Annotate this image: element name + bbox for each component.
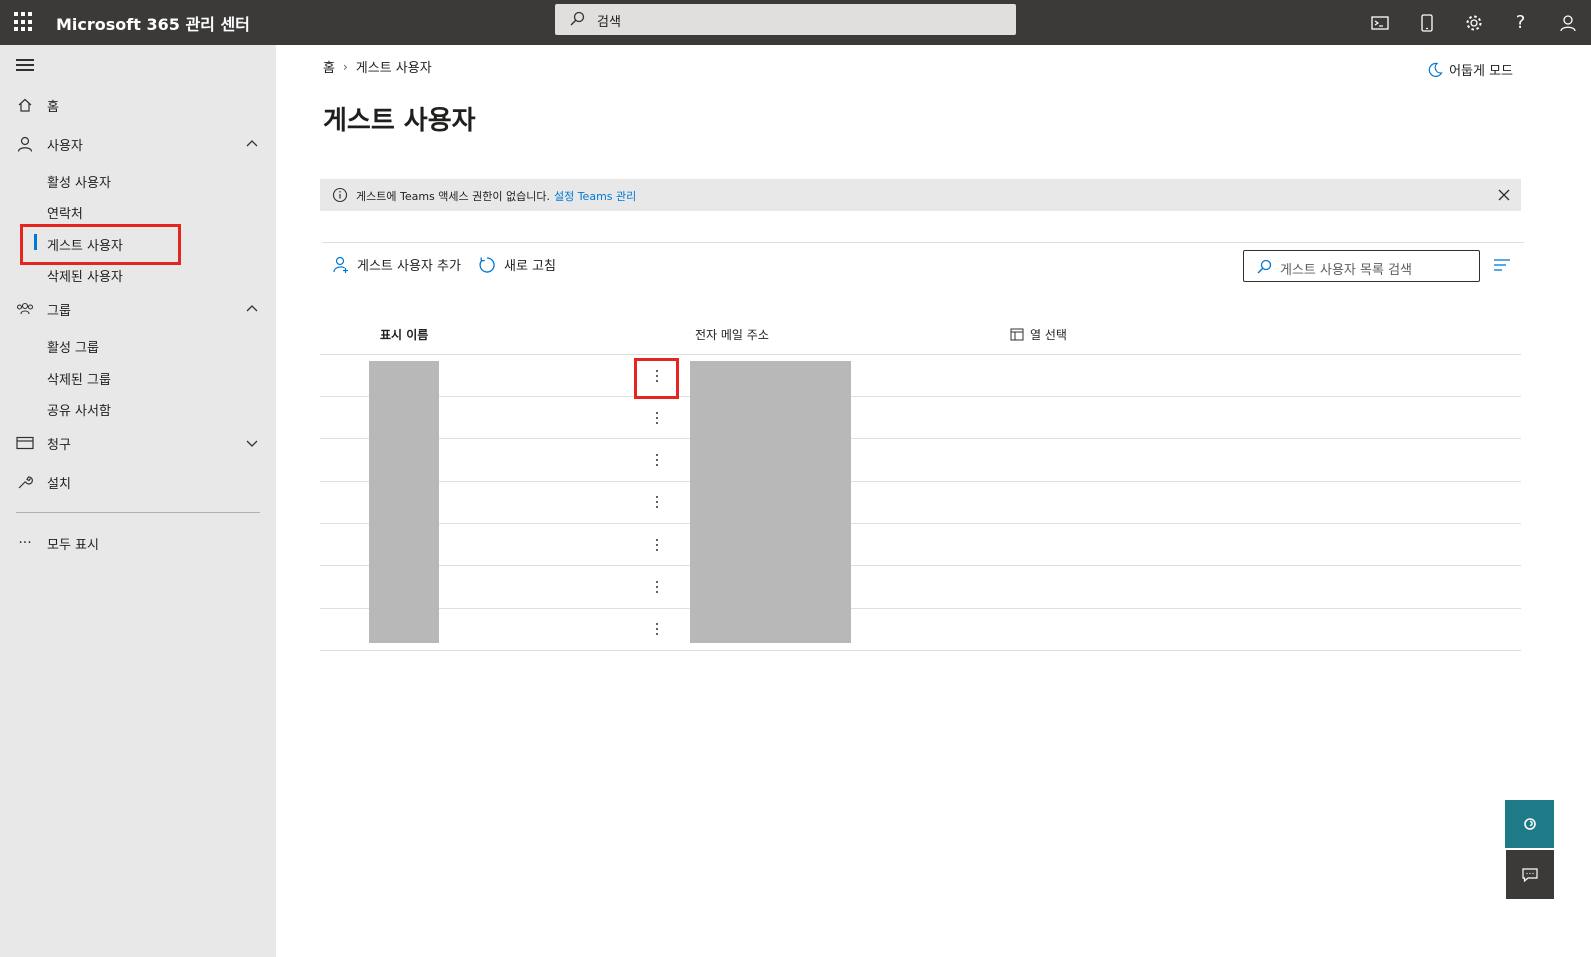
app-title[interactable]: Microsoft 365 관리 센터 [56,11,250,35]
sidebar-subitem-deleted-users[interactable]: 삭제된 사용자 [47,266,123,285]
moon-icon [1428,62,1443,77]
home-icon [16,96,34,114]
ellipsis-icon: ··· [18,535,32,551]
sidebar-item-label: 사용자 [47,138,83,154]
mobile-icon[interactable] [1403,0,1450,45]
breadcrumb: 홈 › 게스트 사용자 [323,57,432,77]
sidebar-item-label: 그룹 [47,303,71,319]
chevron-up-icon [246,305,258,312]
column-header-email[interactable]: 전자 메일 주소 [695,326,769,343]
dark-mode-label: 어둡게 모드 [1449,64,1513,79]
more-actions-icon[interactable] [649,535,665,555]
redacted-display-names [369,361,439,643]
breadcrumb-current: 게스트 사용자 [355,61,432,76]
choose-columns-label: 열 선택 [1030,328,1067,342]
banner-text-wrap: 게스트에 Teams 액세스 권한이 없습니다. 설정 Teams 관리 [356,188,636,204]
top-bar: Microsoft 365 관리 센터 검색 ? [0,0,1591,45]
redacted-email-addresses [690,361,851,643]
sidebar-item-billing[interactable]: 청구 [0,427,276,459]
add-guest-user-label: 게스트 사용자 추가 [357,259,461,274]
wrench-icon [16,473,34,491]
sidebar-item-home[interactable]: 홈 [0,89,276,121]
dark-mode-toggle[interactable]: 어둡게 모드 [1427,60,1513,79]
table-row [320,396,1521,397]
chevron-down-icon [246,440,258,447]
toolbar-divider [322,242,1524,243]
filter-icon[interactable] [1494,258,1510,272]
sidebar-item-setup[interactable]: 설치 [0,466,276,498]
sidebar-item-label: 청구 [47,437,71,453]
table-row [320,608,1521,609]
sidebar-item-groups[interactable]: 그룹 [0,293,276,325]
terminal-icon[interactable] [1356,0,1403,45]
group-icon [16,300,34,318]
sidebar-nav: 홈 사용자 활성 사용자 연락처 게스트 사용자 삭제된 사용자 그룹 활성 그… [0,45,276,957]
info-banner: 게스트에 Teams 액세스 권한이 없습니다. 설정 Teams 관리 [320,179,1521,211]
sidebar-item-label: 모두 표시 [47,537,99,553]
guest-list-search-input[interactable]: 게스트 사용자 목록 검색 [1243,250,1480,282]
sidebar-item-show-all[interactable]: ··· 모두 표시 [0,527,276,559]
add-guest-user-button[interactable]: 게스트 사용자 추가 [333,255,461,274]
highlight-box-guest-users [20,224,181,265]
page-title: 게스트 사용자 [323,106,476,136]
hamburger-icon[interactable] [16,59,34,74]
column-header-display-name[interactable]: 표시 이름 [380,326,428,343]
credit-card-icon [16,434,34,452]
table-row [320,565,1521,566]
more-actions-icon[interactable] [649,408,665,428]
table-row [320,438,1521,439]
sidebar-subitem-deleted-groups[interactable]: 삭제된 그룹 [47,369,111,388]
help-assistant-button[interactable] [1505,800,1554,848]
global-search-input[interactable]: 검색 [555,4,1016,35]
table-row [320,523,1521,524]
info-icon [332,187,348,203]
user-icon[interactable] [1544,0,1591,45]
waffle-icon[interactable] [14,12,34,32]
columns-icon [1010,328,1024,341]
assistant-icon [1523,818,1536,830]
search-icon [570,11,585,26]
sidebar-subitem-shared-mailboxes[interactable]: 공유 사서함 [47,400,111,419]
refresh-label: 새로 고침 [504,259,556,274]
refresh-button[interactable]: 새로 고침 [478,255,556,274]
help-icon[interactable]: ? [1497,0,1544,45]
close-icon[interactable] [1497,188,1511,202]
guest-list-search-placeholder: 게스트 사용자 목록 검색 [1280,263,1412,278]
chevron-up-icon [246,140,258,147]
refresh-icon [479,256,495,273]
table-row [320,481,1521,482]
chevron-right-icon: › [342,59,348,74]
feedback-button[interactable] [1506,850,1554,899]
search-placeholder: 검색 [597,15,621,30]
breadcrumb-home[interactable]: 홈 [323,57,335,76]
more-actions-icon[interactable] [649,577,665,597]
table-header-divider [320,354,1521,355]
more-actions-icon[interactable] [649,450,665,470]
banner-message: 게스트에 Teams 액세스 권한이 없습니다. [356,190,550,203]
search-icon [1257,259,1272,274]
more-actions-icon[interactable] [649,492,665,512]
sidebar-subitem-contacts[interactable]: 연락처 [47,203,83,222]
sidebar-divider [16,512,260,513]
person-icon [16,135,34,153]
banner-link[interactable]: 설정 Teams 관리 [554,190,636,203]
gear-icon[interactable] [1450,0,1497,45]
sidebar-subitem-active-groups[interactable]: 활성 그룹 [47,337,99,356]
highlight-box-more-actions [634,358,679,399]
chat-icon [1522,867,1538,882]
sidebar-subitem-active-users[interactable]: 활성 사용자 [47,172,111,191]
add-person-icon [333,256,348,273]
table-row [320,650,1521,651]
sidebar-item-users[interactable]: 사용자 [0,128,276,160]
more-actions-icon[interactable] [649,619,665,639]
sidebar-item-label: 설치 [47,476,71,492]
choose-columns-button[interactable]: 열 선택 [1010,326,1067,343]
sidebar-item-label: 홈 [47,99,59,115]
